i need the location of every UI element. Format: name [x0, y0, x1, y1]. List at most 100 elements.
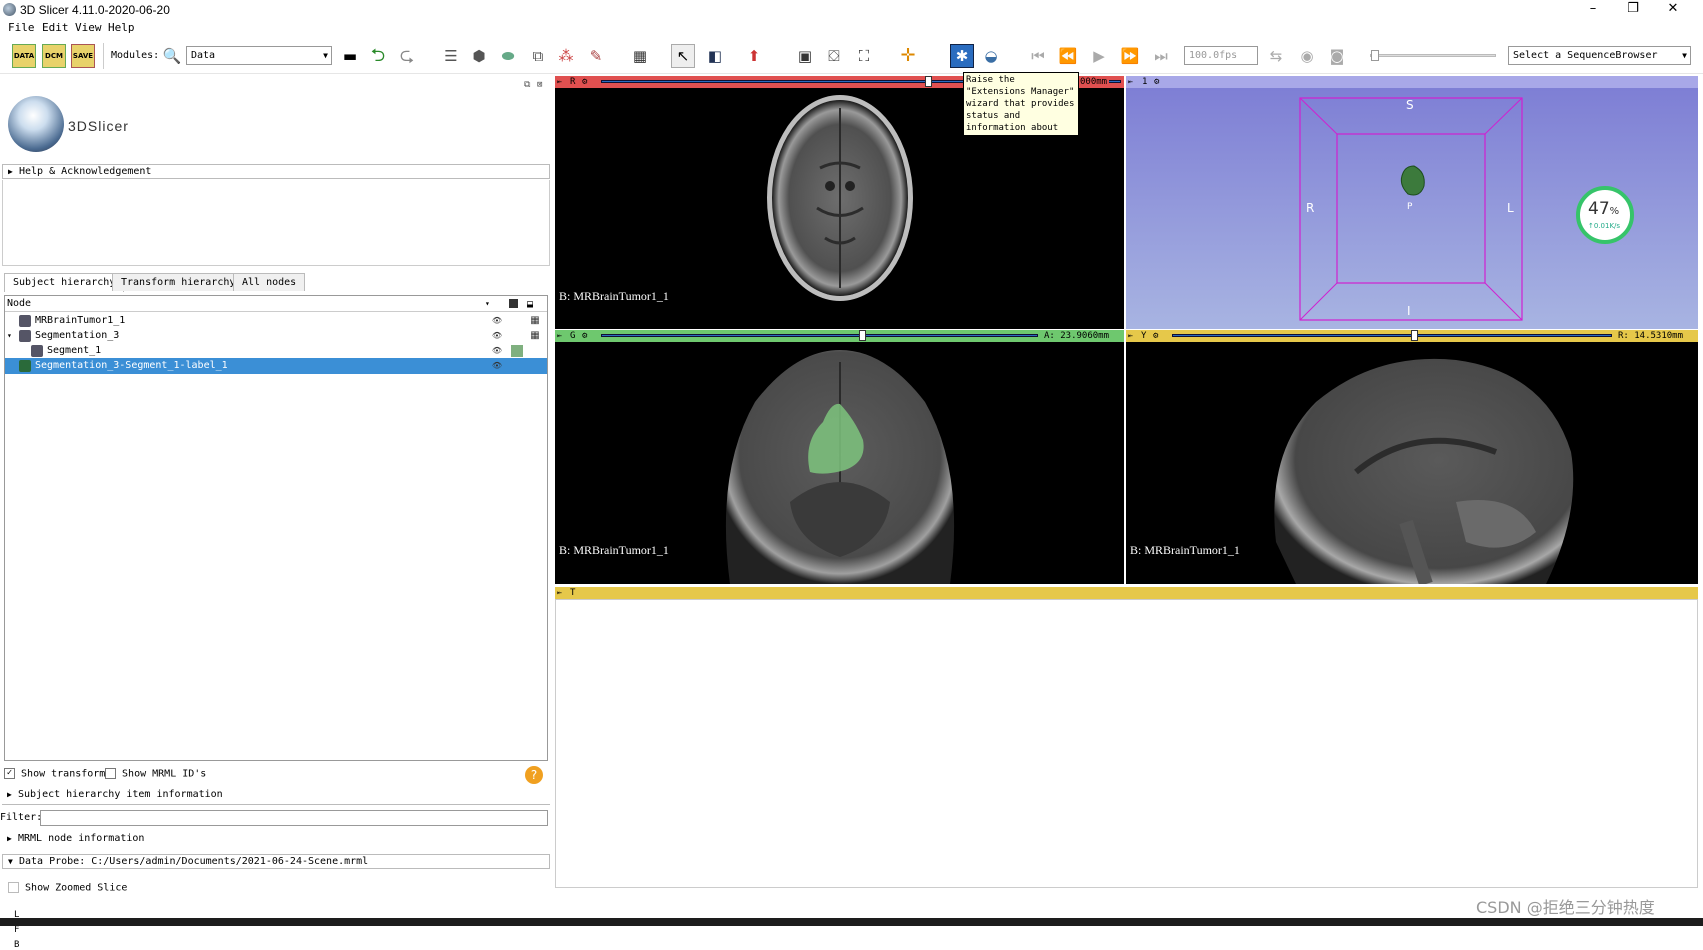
sequence-slider[interactable]: [1370, 50, 1496, 61]
minimize-button[interactable]: –: [1573, 0, 1613, 20]
pin-icon[interactable]: ⇤: [557, 587, 562, 599]
next-frame-icon[interactable]: ⏩: [1118, 44, 1142, 68]
layout-icon[interactable]: ▦: [628, 44, 652, 68]
volumes-module-icon[interactable]: ⬢: [467, 44, 491, 68]
module-search-icon[interactable]: 🔍: [160, 44, 184, 68]
tree-row[interactable]: Segment_1 👁: [5, 343, 547, 359]
transform-grid-icon[interactable]: [527, 343, 543, 359]
sort-icon[interactable]: ▾: [485, 296, 490, 311]
show-transforms-option[interactable]: ✓ Show transforms: [4, 768, 111, 780]
tree-row[interactable]: ▾ Segmentation_3 👁 ▦: [5, 328, 547, 344]
pointer-mode-icon[interactable]: ↖: [671, 44, 695, 68]
panel-close-icon[interactable]: ⊠: [537, 80, 542, 90]
menu-edit[interactable]: Edit: [42, 20, 69, 36]
models-module-icon[interactable]: ⬬: [496, 44, 520, 68]
tree-row[interactable]: MRBrainTumor1_1 👁 ▦: [5, 313, 547, 329]
data-module-icon[interactable]: ☰: [439, 44, 463, 68]
transform-grid-icon[interactable]: ▦: [527, 313, 543, 329]
place-fiducial-icon[interactable]: ⬆: [742, 44, 766, 68]
dcm-button[interactable]: DCM: [42, 44, 66, 68]
snapshot-icon[interactable]: ◙: [1325, 44, 1349, 68]
modules-label: Modules:: [111, 50, 160, 61]
extensions-manager-icon[interactable]: ✱: [950, 44, 974, 68]
play-icon[interactable]: ▶: [1087, 44, 1111, 68]
tree-row-label: Segmentation_3-Segment_1-label_1: [35, 360, 228, 371]
link-icon[interactable]: ⚙: [582, 76, 587, 88]
scene-view-icon[interactable]: ⛋: [822, 44, 846, 68]
threed-view[interactable]: ⇤ 1 ⚙ S R L P I 47% ↑0.01K/s: [1126, 76, 1698, 329]
transform-grid-icon[interactable]: ▦: [527, 328, 543, 344]
tab-transform-hierarchy[interactable]: Transform hierarchy: [112, 273, 245, 291]
crosshair-icon[interactable]: ✛: [896, 44, 920, 68]
node-color-swatch[interactable]: [509, 313, 525, 329]
record-icon[interactable]: ◉: [1295, 44, 1319, 68]
mrml-info-section[interactable]: ▶ MRML node information: [2, 832, 550, 847]
forward-arrow-icon[interactable]: ⮎: [395, 44, 419, 68]
back-arrow-icon[interactable]: ⮌: [366, 44, 390, 68]
show-mrml-ids-checkbox[interactable]: [105, 768, 116, 779]
red-offset-slider-handle[interactable]: [925, 76, 932, 87]
menu-view[interactable]: View: [75, 20, 102, 36]
yellow-slice-view[interactable]: ⇤ Y ⚙ R: 14.5310mm B: MRBrainTumor1_1: [1126, 330, 1698, 584]
expand-toggle-icon[interactable]: ▾: [7, 328, 12, 344]
restore-button[interactable]: ❐: [1613, 0, 1653, 20]
data-probe-section[interactable]: ▼ Data Probe: C:/Users/admin/Documents/2…: [2, 854, 550, 869]
node-color-swatch[interactable]: [509, 328, 525, 344]
filter-input[interactable]: [40, 810, 548, 826]
yellow-offset-slider[interactable]: [1172, 330, 1612, 341]
expand-arrow-icon: ▶: [7, 790, 12, 799]
green-slice-view[interactable]: ⇤ G ⚙ A: 23.9060mm B: MRBrainTumor1_1: [555, 330, 1124, 584]
visibility-eye-icon[interactable]: 👁: [489, 313, 505, 329]
yellow-offset-slider-handle[interactable]: [1411, 330, 1418, 341]
previous-frame-icon[interactable]: ⏪: [1056, 44, 1080, 68]
menu-help[interactable]: Help: [108, 20, 135, 36]
screenshot-icon[interactable]: ▣: [793, 44, 817, 68]
tree-row[interactable]: Segmentation_3-Segment_1-label_1 👁: [5, 358, 547, 374]
tab-subject-hierarchy[interactable]: Subject hierarchy: [4, 273, 125, 292]
sequence-browser-selector[interactable]: Select a SequenceBrowser ▼: [1508, 46, 1691, 65]
show-zoomed-slice-option[interactable]: Show Zoomed Slice: [8, 882, 127, 894]
visibility-eye-icon[interactable]: 👁: [489, 343, 505, 359]
node-color-swatch[interactable]: [509, 343, 525, 359]
close-button[interactable]: ✕: [1653, 0, 1693, 20]
first-frame-icon[interactable]: ⏮: [1026, 44, 1050, 68]
green-offset-slider-handle[interactable]: [859, 330, 866, 341]
panel-float-icon[interactable]: ⧉: [524, 80, 530, 90]
window-level-icon[interactable]: ◧: [703, 44, 727, 68]
pin-icon[interactable]: ⇤: [557, 76, 562, 88]
visibility-eye-icon[interactable]: 👁: [489, 358, 505, 374]
module-selector[interactable]: Data ▼: [186, 46, 332, 65]
module-selected-label: Data: [191, 50, 216, 61]
sequence-slider-handle[interactable]: [1371, 50, 1379, 61]
subject-hierarchy-tree[interactable]: Node ▾ ⬓ MRBrainTumor1_1 👁 ▦ ▾ Segmentation_…: [4, 295, 548, 761]
green-offset-slider[interactable]: [601, 330, 1038, 341]
markups-module-icon[interactable]: ⁂: [554, 44, 578, 68]
scene-view-restore-icon[interactable]: ⛶: [852, 44, 876, 68]
tab-all-nodes[interactable]: All nodes: [233, 273, 306, 291]
show-transforms-checkbox[interactable]: ✓: [4, 768, 15, 779]
show-mrml-ids-option[interactable]: Show MRML ID's: [105, 768, 206, 780]
transforms-module-icon[interactable]: ⧉: [526, 44, 550, 68]
segment-editor-icon[interactable]: ✎: [584, 44, 608, 68]
python-console-icon[interactable]: ◒: [979, 44, 1003, 68]
help-acknowledgement-section[interactable]: ▶ Help & Acknowledgement: [2, 164, 550, 179]
save-button[interactable]: SAVE: [71, 44, 95, 68]
table-view[interactable]: [555, 599, 1698, 888]
help-icon[interactable]: ?: [525, 766, 543, 784]
node-color-swatch[interactable]: [509, 358, 525, 374]
loop-icon[interactable]: ⇆: [1264, 44, 1288, 68]
link-icon[interactable]: ⚙: [582, 330, 587, 342]
subject-info-section[interactable]: ▶ Subject hierarchy item information: [2, 788, 550, 803]
menu-file[interactable]: File: [8, 20, 35, 36]
fps-spinbox[interactable]: 100.0fps: [1184, 46, 1258, 65]
mrml-info-label: MRML node information: [18, 833, 145, 844]
last-frame-icon[interactable]: ⏭: [1149, 44, 1173, 68]
transform-grid-icon[interactable]: [527, 358, 543, 374]
visibility-eye-icon[interactable]: 👁: [489, 328, 505, 344]
pin-icon[interactable]: ⇤: [557, 330, 562, 342]
pin-icon[interactable]: ⇤: [1128, 330, 1133, 342]
data-button[interactable]: DATA: [12, 44, 36, 68]
module-history-icon[interactable]: ▬: [338, 44, 362, 68]
show-zoomed-slice-checkbox[interactable]: [8, 882, 19, 893]
link-icon[interactable]: ⚙: [1153, 330, 1158, 342]
